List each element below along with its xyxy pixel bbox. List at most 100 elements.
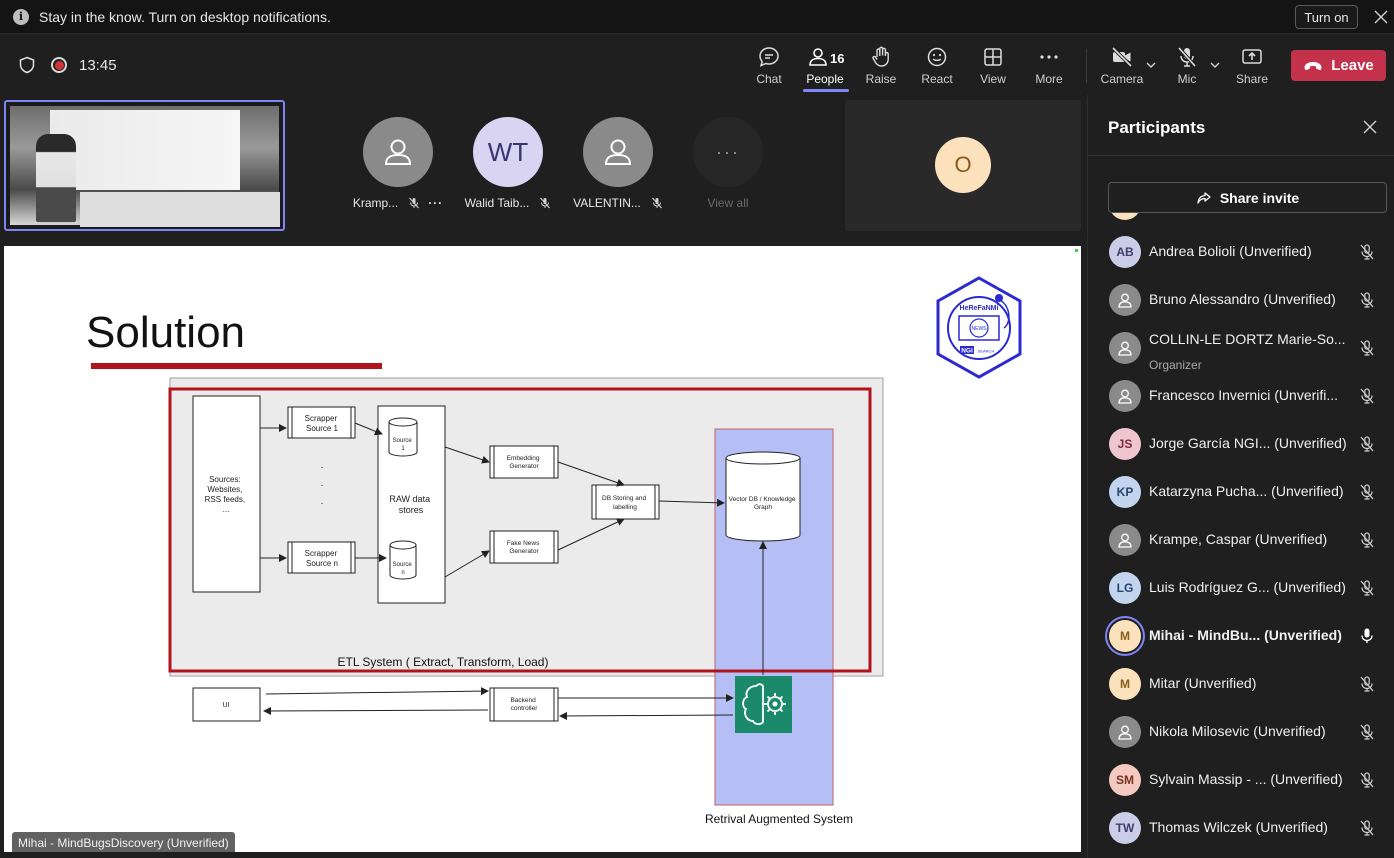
turn-on-notifications-button[interactable]: Turn on (1295, 5, 1358, 29)
backend-text: controller (511, 705, 539, 712)
camera-button[interactable]: Camera (1094, 45, 1150, 91)
avatar: AB (1109, 236, 1141, 268)
people-button[interactable]: People (797, 45, 853, 91)
panel-header: Participants (1088, 95, 1394, 156)
share-label: Share (1235, 72, 1269, 86)
ui-text: UI (223, 702, 230, 709)
participant-row[interactable]: M Mitar (Unverified) (1088, 660, 1394, 708)
participant-role: Organizer (1149, 358, 1202, 372)
participant-name: Thomas Wilczek (Unverified) (1149, 819, 1328, 835)
leave-button[interactable]: Leave (1291, 50, 1386, 81)
scrapper-1-text: Scrapper (305, 414, 338, 423)
share-invite-button[interactable]: Share invite (1108, 182, 1387, 213)
source-n-text: Source (393, 562, 413, 568)
hand-icon (872, 46, 889, 67)
participant-row[interactable]: JS Jorge García NGI... (Unverified) (1088, 420, 1394, 468)
info-icon: i (13, 8, 29, 25)
backend-text: Backend (510, 697, 536, 704)
chat-icon (759, 47, 779, 67)
grid-icon (984, 48, 1002, 66)
mic-off-icon (1360, 436, 1374, 452)
avatar: WT (473, 117, 543, 187)
person-icon (1118, 533, 1132, 548)
participant-row[interactable]: Bruno Alessandro (Unverified) (1088, 276, 1394, 324)
participant-name: Mihai - MindBu... (Unverified) (1149, 627, 1342, 643)
camera-options-chevron-icon[interactable] (1145, 59, 1157, 71)
view-all-tile[interactable]: ··· View all (683, 117, 773, 210)
participant-row[interactable]: Francesco Invernici (Unverifi... (1088, 372, 1394, 420)
share-button[interactable]: Share (1224, 45, 1280, 91)
tile-name: VALENTIN... (573, 196, 641, 210)
participant-row[interactable]: Krampe, Caspar (Unverified) (1088, 516, 1394, 564)
scrapper-n-text: Scrapper (305, 549, 338, 558)
shield-icon[interactable] (18, 56, 36, 74)
etl-label: ETL System ( Extract, Transform, Load) (338, 655, 549, 669)
participant-row[interactable]: M Mihai - MindBu... (Unverified) (1088, 612, 1394, 660)
architecture-diagram: Sources: Websites, RSS feeds, ... Scrapp… (168, 377, 884, 826)
participant-name: Andrea Bolioli (Unverified) (1149, 243, 1312, 259)
participant-name: Katarzyna Pucha... (Unverified) (1149, 483, 1344, 499)
share-invite-label: Share invite (1219, 189, 1300, 206)
react-button[interactable]: React (909, 45, 965, 91)
svg-text:Fake News Generator: Fake News Generator (507, 540, 541, 555)
participant-tile-valentin[interactable]: VALENTIN... (573, 117, 663, 210)
avatar (1109, 524, 1141, 556)
avatar (1109, 716, 1141, 748)
avatar (583, 117, 653, 187)
presenter-figure (36, 134, 76, 222)
mic-off-icon (1360, 580, 1374, 596)
participant-row[interactable]: SM Sylvain Massip - ... (Unverified) (1088, 756, 1394, 804)
smiley-icon (927, 47, 947, 67)
tile-more-options[interactable]: ··· (428, 196, 443, 210)
close-icon[interactable] (1372, 8, 1390, 26)
participant-tile-krampe[interactable]: Kramp... ··· (353, 117, 443, 210)
embedding-text: Embedding (507, 455, 540, 462)
tile-name: Kramp... (352, 196, 399, 210)
raise-hand-button[interactable]: Raise (853, 45, 909, 91)
notification-bar: i Stay in the know. Turn on desktop noti… (0, 0, 1394, 34)
ai-brain-icon (735, 676, 792, 733)
more-button[interactable]: More (1021, 45, 1077, 91)
room-video-feed (10, 106, 280, 227)
vector-db-cylinder (725, 451, 801, 465)
participant-tile-olivier[interactable]: O (845, 100, 1081, 231)
meeting-timer: 13:45 (79, 57, 117, 74)
participant-name: Bruno Alessandro (Unverified) (1149, 291, 1336, 307)
mic-off-icon (540, 197, 551, 209)
sources-text: ... (223, 505, 230, 514)
pinned-video-tile[interactable] (4, 100, 285, 231)
mic-off-icon (1177, 46, 1197, 68)
scrapper-1-text: Source 1 (306, 424, 339, 433)
chat-button[interactable]: Chat (741, 45, 797, 91)
participant-row[interactable]: LG Luis Rodríguez G... (Unverified) (1088, 564, 1394, 612)
mic-options-chevron-icon[interactable] (1209, 59, 1221, 71)
participant-row[interactable]: Nikola Milosevic (Unverified) (1088, 708, 1394, 756)
person-icon (1118, 389, 1132, 404)
person-icon (1118, 341, 1132, 356)
mic-button[interactable]: Mic (1159, 45, 1215, 91)
notification-message: Stay in the know. Turn on desktop notifi… (39, 8, 331, 25)
close-icon[interactable] (1363, 120, 1377, 134)
participant-row[interactable]: COLLIN-LE DORTZ Marie-So... Organizer (1088, 324, 1394, 372)
avatar: O (935, 137, 991, 193)
toolbar-divider (1086, 49, 1087, 83)
mic-off-icon (1360, 340, 1374, 356)
view-all-label: View all (707, 196, 749, 210)
camera-off-icon (1111, 46, 1133, 68)
people-icon (809, 48, 827, 66)
svg-text:Backend controller: Backend controller (510, 697, 538, 712)
participant-row[interactable]: KP Katarzyna Pucha... (Unverified) (1088, 468, 1394, 516)
tile-name: Walid Taib... (464, 196, 530, 210)
participant-row[interactable]: TW Thomas Wilczek (Unverified) (1088, 804, 1394, 852)
mic-off-icon (1360, 244, 1374, 260)
avatar (1109, 332, 1141, 364)
embedding-generator-box (489, 445, 559, 479)
participant-name: Francesco Invernici (Unverifi... (1149, 387, 1339, 403)
participant-row[interactable]: AB Andrea Bolioli (Unverified) (1088, 228, 1394, 276)
mic-label: Mic (1177, 72, 1197, 86)
share-screen-icon (1242, 49, 1262, 64)
mic-off-icon (1360, 388, 1374, 404)
participant-tile-walid[interactable]: WT Walid Taib... (463, 117, 553, 210)
view-button[interactable]: View (965, 45, 1021, 91)
raw-data-text: RAW data (389, 494, 430, 504)
